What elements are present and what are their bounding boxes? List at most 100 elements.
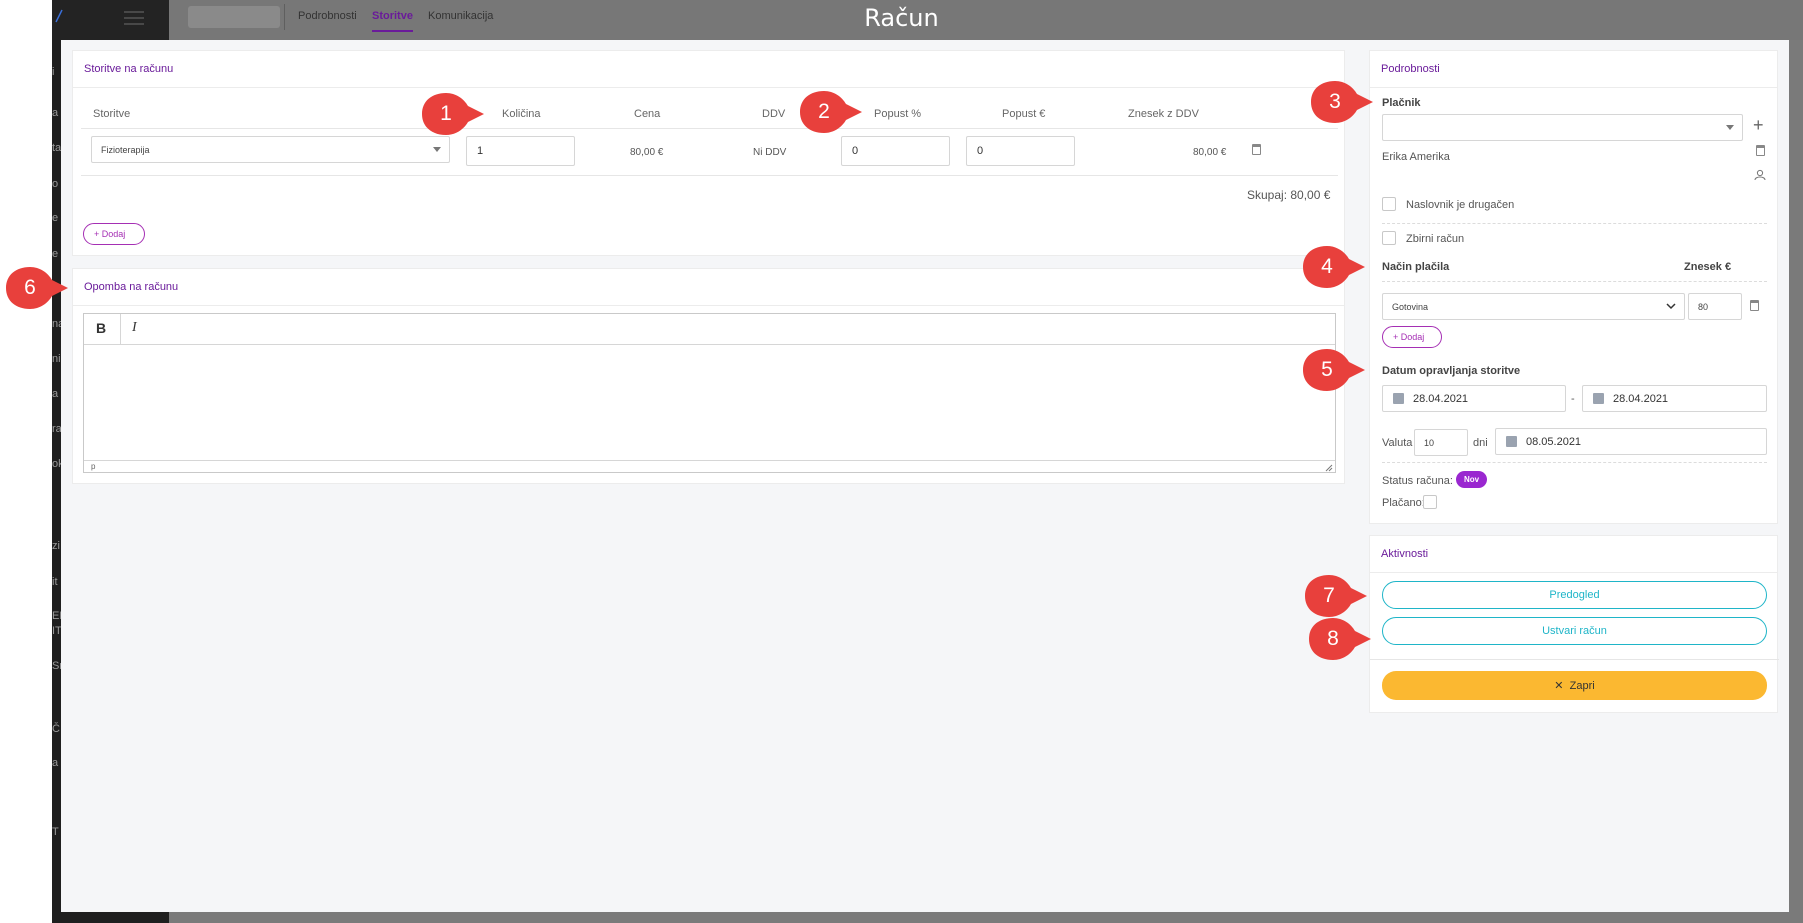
italic-button[interactable]: I	[132, 320, 137, 336]
create-invoice-button[interactable]: Ustvari račun	[1382, 617, 1767, 645]
details-title: Podrobnosti	[1370, 51, 1777, 88]
overlay-bottom	[169, 912, 1803, 923]
sidebar-fragment: e	[52, 248, 59, 260]
add-payment-button[interactable]: + Dodaj	[1382, 326, 1442, 348]
marker-3: 3	[1309, 79, 1375, 125]
services-total: Skupaj: 80,00 €	[1247, 188, 1331, 202]
marker-2: 2	[798, 89, 864, 135]
left-margin	[0, 0, 52, 923]
payer-name: Erika Amerika	[1382, 151, 1450, 163]
sidebar-fragment: e	[52, 212, 59, 224]
discount-eur-input[interactable]: 0	[966, 136, 1075, 166]
valuta-days-input[interactable]: 10	[1414, 429, 1468, 456]
date-to-value: 28.04.2021	[1613, 393, 1669, 405]
divider	[1382, 223, 1767, 224]
sidebar-fragment: i	[52, 66, 55, 78]
details-card: Podrobnosti Plačnik + Erika Amerika Nasl…	[1369, 50, 1778, 524]
trash-icon[interactable]	[1756, 145, 1765, 156]
collective-checkbox[interactable]	[1382, 231, 1396, 245]
valuta-label: Valuta	[1382, 437, 1413, 449]
chevron-down-icon	[1666, 303, 1676, 310]
toolbar-divider	[120, 314, 121, 345]
marker-1: 1	[420, 91, 486, 137]
add-payment-label: Dodaj	[1400, 332, 1425, 342]
row-price: 80,00 €	[630, 147, 664, 158]
sidebar-fragment: zi	[52, 540, 60, 552]
header-quantity: Količina	[502, 108, 541, 120]
payment-method-select[interactable]: Gotovina	[1382, 293, 1685, 320]
date-from-value: 28.04.2021	[1413, 393, 1469, 405]
modal-title: Račun	[864, 4, 939, 32]
editor-statusbar: p	[84, 460, 1335, 473]
sidebar-fragment: a	[52, 107, 59, 119]
divider	[1370, 659, 1779, 660]
chevron-down-icon	[433, 147, 441, 152]
resize-handle-icon[interactable]	[1325, 464, 1333, 472]
addressee-checkbox[interactable]	[1382, 197, 1396, 211]
activities-title: Aktivnosti	[1370, 536, 1777, 573]
due-date-input[interactable]: 08.05.2021	[1495, 428, 1767, 455]
note-card: Opomba na računu B I p	[72, 268, 1345, 484]
preview-button[interactable]: Predogled	[1382, 581, 1767, 609]
overlay-right	[1789, 40, 1803, 923]
payer-select[interactable]	[1382, 114, 1743, 141]
calendar-icon	[1506, 436, 1517, 447]
close-button[interactable]: ✕ Zapri	[1382, 671, 1767, 700]
services-title: Storitve na računu	[73, 51, 1344, 88]
marker-8: 8	[1307, 616, 1373, 662]
close-label: Zapri	[1569, 680, 1595, 692]
add-payer-icon[interactable]: +	[1753, 115, 1764, 136]
add-service-button[interactable]: + Dodaj	[83, 223, 145, 245]
marker-7: 7	[1303, 573, 1369, 619]
services-card: Storitve na računu Storitve Količina Cen…	[72, 50, 1345, 256]
note-title: Opomba na računu	[73, 269, 1344, 306]
addressee-label: Naslovnik je drugačen	[1406, 199, 1515, 211]
marker-5: 5	[1301, 347, 1367, 393]
service-date-label: Datum opravljanja storitve	[1382, 365, 1521, 377]
sidebar-fragment: T	[52, 826, 59, 838]
add-service-label: Dodaj	[101, 229, 126, 239]
sidebar-fragment: it	[52, 576, 58, 588]
sidebar-fragment: ta	[52, 142, 62, 154]
quantity-input[interactable]: 1	[466, 136, 575, 166]
header-amount-vat: Znesek z DDV	[1128, 108, 1199, 120]
editor-path: p	[91, 462, 96, 471]
row-amount: 80,00 €	[1193, 147, 1227, 158]
header-vat: DDV	[762, 108, 786, 120]
marker-4: 4	[1301, 244, 1367, 290]
chevron-down-icon	[1726, 125, 1734, 130]
sidebar-fragment: a	[52, 388, 59, 400]
user-icon[interactable]	[1754, 169, 1766, 181]
trash-icon[interactable]	[1252, 144, 1261, 155]
date-separator: -	[1571, 393, 1575, 405]
bold-button[interactable]: B	[96, 320, 106, 336]
payment-method-value: Gotovina	[1392, 302, 1429, 312]
divider	[1382, 281, 1767, 282]
discount-pct-input[interactable]: 0	[841, 136, 950, 166]
payment-amount-input[interactable]: 80	[1688, 293, 1742, 320]
header-discount-pct: Popust %	[874, 108, 922, 120]
close-icon: ✕	[1554, 680, 1564, 692]
payer-label: Plačnik	[1382, 97, 1421, 109]
row-divider	[81, 175, 1338, 176]
paid-label: Plačano:	[1382, 497, 1425, 509]
divider	[1382, 462, 1767, 463]
date-to-input[interactable]: 28.04.2021	[1582, 385, 1767, 412]
sidebar-fragment: o	[52, 178, 59, 190]
note-editor[interactable]: B I p	[83, 313, 1336, 473]
service-select[interactable]: Fizioterapija	[91, 136, 450, 163]
trash-icon[interactable]	[1750, 300, 1759, 311]
header-price: Cena	[634, 108, 661, 120]
editor-toolbar: B I	[84, 314, 1335, 345]
date-from-input[interactable]: 28.04.2021	[1382, 385, 1566, 412]
activities-card: Aktivnosti Predogled Ustvari račun ✕ Zap…	[1369, 535, 1779, 713]
calendar-icon	[1593, 393, 1604, 404]
table-header-divider	[81, 128, 1338, 129]
header-discount-eur: Popust €	[1002, 108, 1046, 120]
plus-icon: +	[94, 229, 100, 239]
marker-6: 6	[4, 265, 70, 311]
status-label: Status računa:	[1382, 475, 1453, 487]
calendar-icon	[1393, 393, 1404, 404]
paid-checkbox[interactable]	[1423, 495, 1437, 509]
days-label: dni	[1473, 437, 1488, 449]
